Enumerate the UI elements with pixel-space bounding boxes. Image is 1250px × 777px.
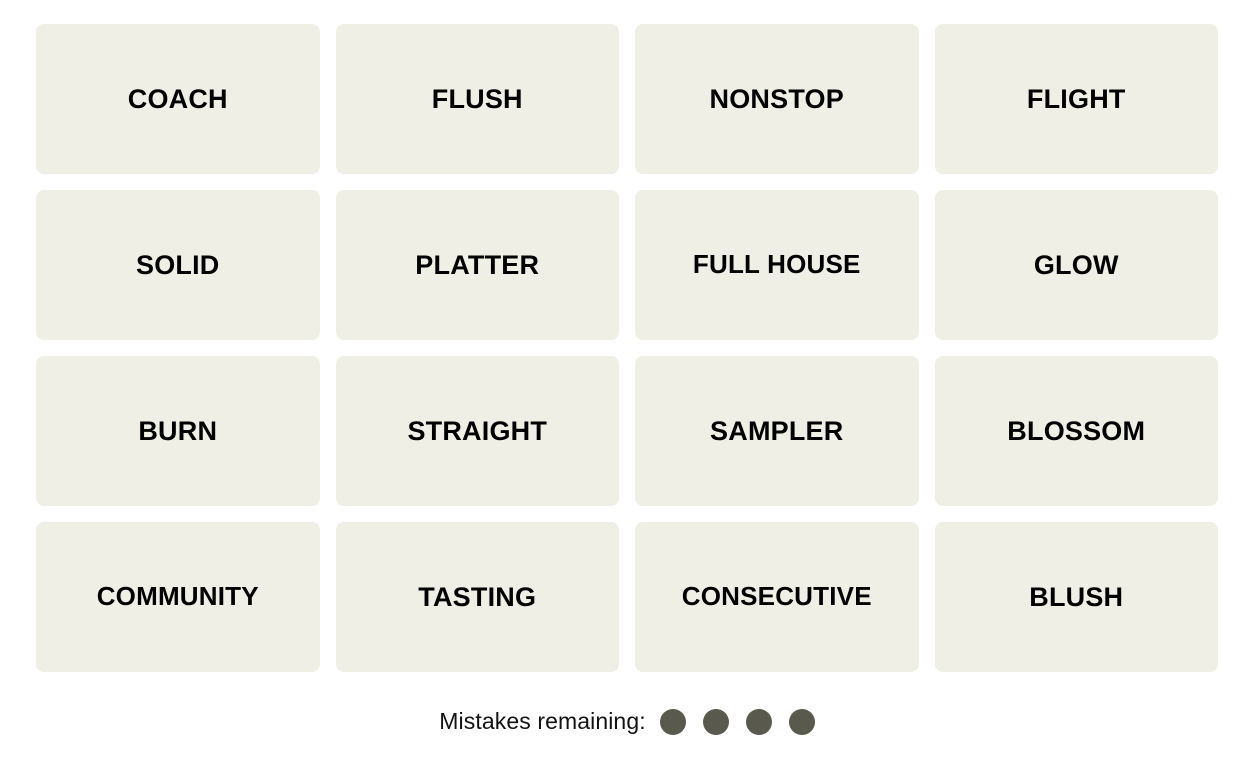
word-tile-consecutive[interactable]: CONSECUTIVE — [635, 522, 919, 672]
word-tile-straight[interactable]: STRAIGHT — [335, 356, 619, 506]
word-tile-label: BURN — [138, 415, 218, 446]
word-tile-flight[interactable]: FLIGHT — [934, 24, 1218, 174]
word-tile-label: SOLID — [135, 249, 220, 280]
word-tile-flush[interactable]: FLUSH — [335, 24, 619, 174]
word-tile-label: PLATTER — [415, 249, 540, 280]
word-tile-nonstop[interactable]: NONSTOP — [635, 24, 919, 174]
word-tile-blossom[interactable]: BLOSSOM — [934, 356, 1218, 506]
word-tile-community[interactable]: COMMUNITY — [36, 522, 320, 672]
word-tile-label: TASTING — [418, 581, 537, 612]
mistake-dot-icon — [702, 708, 729, 735]
word-tile-sampler[interactable]: SAMPLER — [635, 356, 919, 506]
word-tile-label: GLOW — [1033, 249, 1119, 280]
word-tile-label: BLOSSOM — [1007, 415, 1146, 446]
word-tile-burn[interactable]: BURN — [36, 356, 320, 506]
word-tile-label: SAMPLER — [710, 415, 844, 446]
word-tile-glow[interactable]: GLOW — [934, 190, 1218, 340]
connections-game-board: COACH FLUSH NONSTOP FLIGHT SOLID PLATTER… — [0, 0, 1250, 735]
mistake-dot-icon — [788, 708, 815, 735]
word-tile-grid: COACH FLUSH NONSTOP FLIGHT SOLID PLATTER… — [36, 24, 1218, 672]
mistakes-remaining-row: Mistakes remaining: — [36, 708, 1218, 735]
word-tile-platter[interactable]: PLATTER — [335, 190, 619, 340]
word-tile-blush[interactable]: BLUSH — [934, 522, 1218, 672]
word-tile-solid[interactable]: SOLID — [36, 190, 320, 340]
word-tile-label: BLUSH — [1029, 581, 1124, 612]
mistakes-remaining-label: Mistakes remaining: — [439, 708, 646, 734]
word-tile-tasting[interactable]: TASTING — [335, 522, 619, 672]
word-tile-full-house[interactable]: FULL HOUSE — [635, 190, 919, 340]
mistake-dot-icon — [745, 708, 772, 735]
word-tile-label: FULL HOUSE — [692, 249, 861, 280]
mistake-dot-icon — [659, 708, 686, 735]
word-tile-label: FLUSH — [431, 83, 523, 114]
word-tile-label: NONSTOP — [709, 83, 844, 114]
mistakes-remaining-dots — [659, 708, 815, 735]
word-tile-coach[interactable]: COACH — [36, 24, 320, 174]
word-tile-label: CONSECUTIVE — [681, 581, 872, 612]
word-tile-label: COACH — [127, 83, 228, 114]
word-tile-label: STRAIGHT — [407, 415, 548, 446]
word-tile-label: FLIGHT — [1026, 83, 1126, 114]
word-tile-label: COMMUNITY — [96, 581, 259, 612]
